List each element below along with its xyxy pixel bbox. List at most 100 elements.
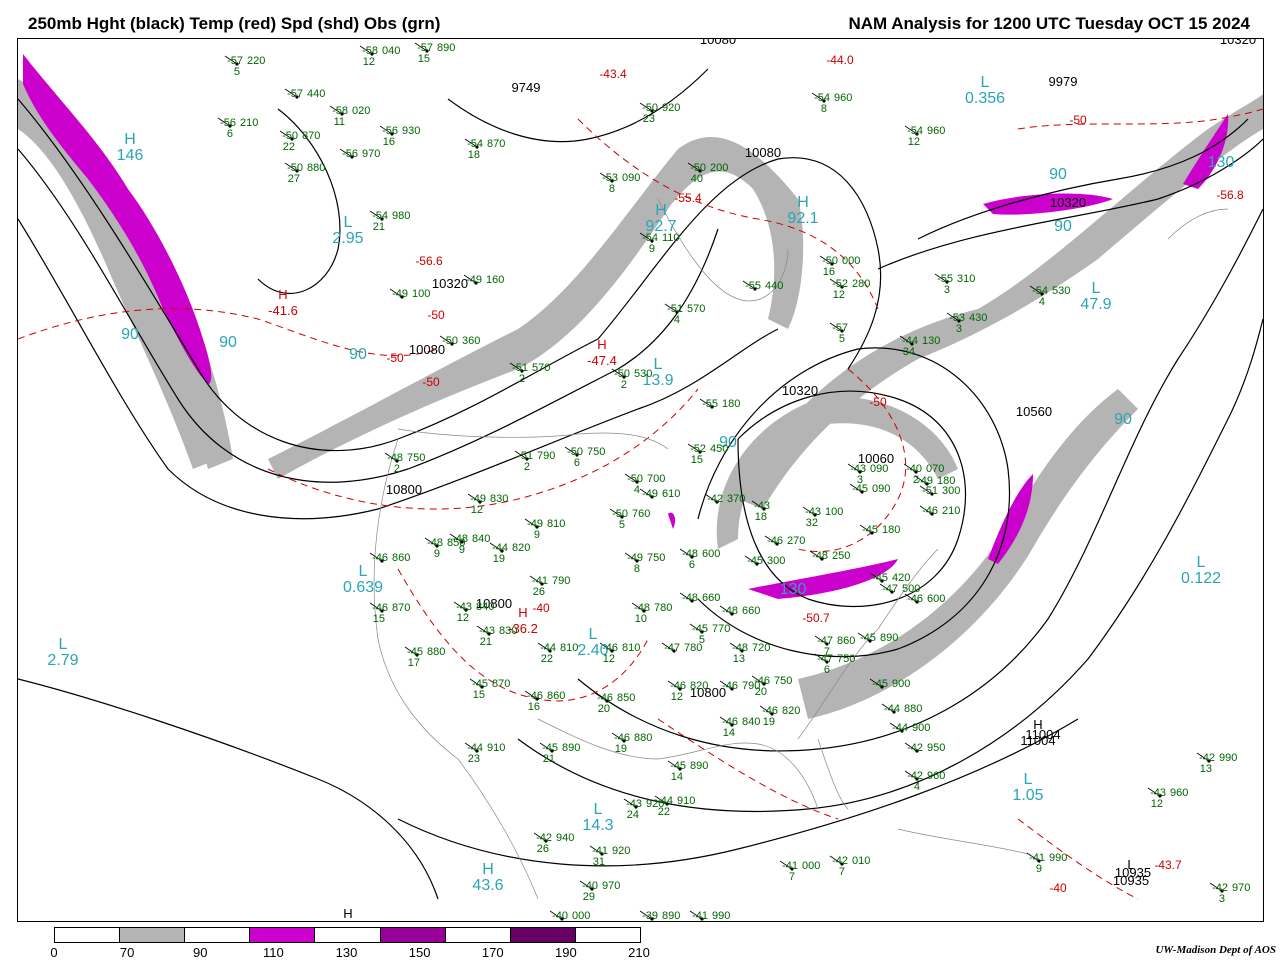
obs-temperature: -50	[442, 335, 458, 347]
obs-dewpoint-depression: 5	[839, 333, 845, 345]
obs-height: 920	[612, 845, 630, 857]
isotach-label: 90	[1049, 166, 1067, 183]
obs-height: 000	[802, 860, 820, 872]
temperature-label: -50	[869, 395, 887, 409]
florida	[817, 738, 849, 810]
legend-swatch	[574, 928, 640, 942]
legend-swatch	[55, 928, 120, 942]
temperature-label: -56.6	[415, 254, 443, 268]
obs-height: 900	[912, 722, 930, 734]
obs-temperature: -51	[922, 485, 938, 497]
obs-temperature: -45	[862, 524, 878, 536]
obs-dewpoint-depression: 4	[1039, 296, 1045, 308]
obs-dewpoint-depression: 19	[763, 716, 775, 728]
obs-temperature: -48	[682, 592, 698, 604]
obs-dewpoint-depression: 23	[468, 753, 480, 765]
map-title: 250mb Hght (black) Temp (red) Spd (shd) …	[28, 14, 441, 33]
obs-dewpoint-depression: 7	[839, 866, 845, 878]
obs-height: 990	[712, 910, 730, 921]
obs-dewpoint-depression: 31	[593, 856, 605, 868]
center-value: 0.122	[1181, 570, 1221, 587]
center-value: 43.6	[472, 877, 503, 894]
obs-dewpoint-depression: 9	[649, 243, 655, 255]
jet-max-pacific	[23, 54, 212, 384]
height-label: 10560	[1016, 404, 1052, 419]
obs-height: 020	[352, 105, 370, 117]
obs-height: 250	[832, 550, 850, 562]
temperature-label: -44.0	[826, 53, 854, 67]
obs-height: 960	[834, 92, 852, 104]
obs-dewpoint-depression: 18	[468, 149, 480, 161]
weather-map: 9749 9979 10080 10320 10320 10080 10800 10320 10…	[17, 38, 1264, 922]
center-value: 11004	[1020, 733, 1055, 748]
temperature-label: -55.4	[674, 191, 702, 205]
obs-dewpoint-depression: 5	[619, 519, 625, 531]
obs-dewpoint-depression: 2	[524, 461, 530, 473]
legend-swatch	[444, 928, 510, 942]
obs-height: 820	[782, 705, 800, 717]
center-letter: L	[59, 636, 68, 653]
obs-height: 750	[837, 653, 855, 665]
greenland-edge	[1167, 208, 1229, 240]
obs-height: 880	[427, 646, 445, 658]
credit-text: UW-Madison Dept of AOS	[1155, 944, 1276, 956]
obs-height: 010	[852, 855, 870, 867]
obs-height: 960	[1170, 787, 1188, 799]
obs-temperature: -48	[722, 605, 738, 617]
obs-height: 570	[687, 303, 705, 315]
obs-height: 280	[852, 278, 870, 290]
center-value: -41.6	[268, 303, 298, 318]
obs-height: 790	[537, 450, 555, 462]
height-label: 10320	[432, 276, 468, 291]
obs-height: 780	[654, 602, 672, 614]
obs-height: 850	[617, 692, 635, 704]
obs-dewpoint-depression: 22	[283, 141, 295, 153]
center-letter: L	[1092, 280, 1101, 297]
obs-height: 770	[712, 623, 730, 635]
obs-temperature: -55	[745, 280, 761, 292]
obs-height: 530	[634, 368, 652, 380]
obs-dewpoint-depression: 7	[789, 871, 795, 883]
height-contour-4	[257, 108, 341, 295]
center-letter: L	[1197, 554, 1206, 571]
obs-temperature: -47	[882, 583, 898, 595]
obs-dewpoint-depression: 2	[519, 373, 525, 385]
obs-height: 600	[702, 548, 720, 560]
obs-dewpoint-depression: 12	[471, 504, 483, 516]
legend-tick-label: 0	[50, 945, 58, 960]
center-letter: L	[654, 356, 663, 373]
obs-height: 220	[247, 55, 265, 67]
obs-height: 270	[787, 535, 805, 547]
obs-temperature: -46	[767, 535, 783, 547]
obs-dewpoint-depression: 12	[1151, 798, 1163, 810]
obs-height: 790	[552, 575, 570, 587]
obs-height: 890	[662, 910, 680, 921]
center-letter: L	[1127, 857, 1134, 872]
obs-dewpoint-depression: 2	[394, 463, 400, 475]
center-letter: H	[597, 337, 606, 352]
obs-height: 440	[307, 88, 325, 100]
center-letter: H	[655, 202, 667, 219]
obs-height: 930	[402, 125, 420, 137]
obs-temperature: -55	[702, 398, 718, 410]
obs-dewpoint-depression: 9	[434, 548, 440, 560]
obs-height: 840	[742, 716, 760, 728]
obs-dewpoint-depression: 12	[908, 136, 920, 148]
height-label: 10800	[386, 482, 422, 497]
obs-dewpoint-depression: 8	[634, 563, 640, 575]
obs-dewpoint-depression: 7	[824, 646, 830, 658]
height-label: 10080	[700, 39, 736, 47]
obs-dewpoint-depression: 2	[621, 379, 627, 391]
obs-height: 890	[880, 632, 898, 644]
obs-height: 870	[492, 678, 510, 690]
obs-height: 880	[634, 732, 652, 744]
obs-height: 300	[942, 485, 960, 497]
obs-temperature: -49	[642, 488, 658, 500]
center-letter: H	[343, 906, 352, 921]
obs-height: 750	[407, 452, 425, 464]
obs-height: 860	[837, 635, 855, 647]
isotach-label: 90	[1114, 411, 1132, 428]
obs-height: 990	[1049, 852, 1067, 864]
map-canvas: 9749 997910080103201032010080108001032010…	[18, 39, 1263, 921]
temperature-label: -50	[386, 351, 404, 365]
